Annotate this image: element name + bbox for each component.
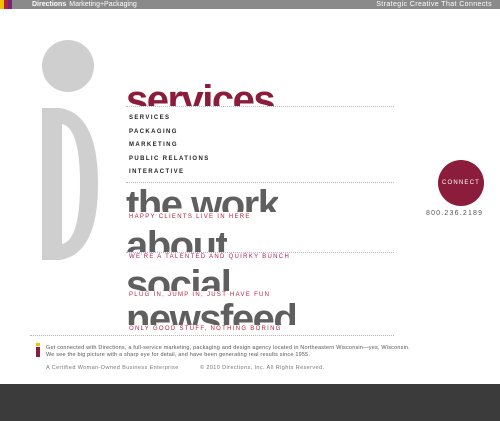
divider (126, 182, 394, 183)
brand-suffix: Marketing+Packaging (69, 1, 137, 8)
top-bar: Directions Marketing+Packaging Strategic … (0, 0, 500, 9)
section-newsfeed-heading[interactable]: newsfeed (126, 299, 296, 325)
logo-dot-icon[interactable] (42, 40, 94, 92)
section-social-heading[interactable]: social (126, 265, 230, 291)
section-about-heading[interactable]: about (126, 226, 227, 252)
about-tagline[interactable]: WE'RE A TALENTED AND QUIRKY BUNCH (129, 254, 290, 260)
connect-button[interactable]: CONNECT (438, 160, 484, 206)
divider (126, 106, 394, 107)
menu-item-public-relations[interactable]: PUBLIC RELATIONS (129, 156, 210, 162)
footer-description-line2: We see the big picture with a sharp eye … (46, 352, 311, 358)
work-tagline[interactable]: HAPPY CLIENTS LIVE IN HERE (129, 214, 251, 220)
directions-i-logo-icon[interactable] (42, 108, 98, 260)
social-tagline[interactable]: PLUG IN, JUMP IN, JUST HAVE FUN (129, 292, 270, 298)
brand-bold: Directions (32, 1, 67, 8)
header-tagline: Strategic Creative That Connects (376, 1, 492, 8)
small-i-logo-icon (36, 343, 40, 357)
stripe-purple (8, 0, 12, 9)
phone-number[interactable]: 800.236.2189 (426, 210, 483, 217)
divider (30, 335, 394, 336)
footer-description-line1: Get connected with Directions, a full-se… (46, 345, 410, 351)
bottom-bar (0, 384, 500, 421)
menu-item-interactive[interactable]: INTERACTIVE (129, 169, 184, 175)
certified-text: A Certified Woman-Owned Business Enterpr… (46, 365, 179, 371)
divider (126, 252, 394, 253)
newsfeed-tagline[interactable]: ONLY GOOD STUFF, NOTHING BORING (129, 326, 282, 332)
menu-item-marketing[interactable]: MARKETING (129, 142, 178, 148)
copyright-text: © 2010 Directions, Inc. All Rights Reser… (200, 365, 325, 371)
section-services-heading[interactable]: services (126, 80, 274, 106)
menu-item-services[interactable]: SERVICES (129, 115, 170, 121)
brand-name[interactable]: Directions Marketing+Packaging (32, 0, 137, 9)
menu-item-packaging[interactable]: PACKAGING (129, 129, 178, 135)
section-work-heading[interactable]: the work (126, 185, 278, 212)
